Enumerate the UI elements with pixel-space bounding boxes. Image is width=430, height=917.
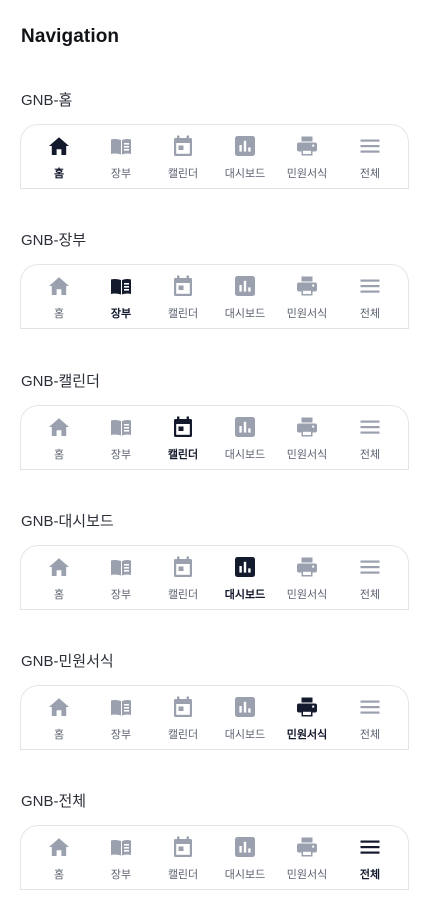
- nav-item-label: 대시보드: [224, 168, 266, 180]
- nav-item-forms[interactable]: 민원서식: [277, 125, 335, 187]
- nav-item-ledger[interactable]: 장부: [91, 406, 149, 468]
- nav-item-label: 캘린더: [167, 589, 199, 601]
- nav-item-calendar[interactable]: 캘린더: [153, 686, 211, 748]
- section-label: GNB-장부: [21, 232, 87, 249]
- nav-item-forms[interactable]: 민원서식: [277, 406, 335, 468]
- nav-item-home[interactable]: 홈: [29, 265, 87, 327]
- nav-item-calendar[interactable]: 캘린더: [153, 406, 211, 468]
- bottom-nav-bar: 홈 장부 캘린더 대시보드 민원서식 전체: [20, 685, 409, 750]
- section-label: GNB-홈: [21, 92, 73, 109]
- nav-item-label: 대시보드: [224, 869, 266, 881]
- nav-item-label: 대시보드: [224, 308, 266, 320]
- nav-item-label: 민원서식: [286, 589, 328, 601]
- nav-item-label: 캘린더: [167, 308, 199, 320]
- nav-item-dashboard[interactable]: 대시보드: [215, 686, 273, 748]
- nav-item-label: 대시보드: [224, 449, 266, 461]
- nav-item-ledger[interactable]: 장부: [91, 826, 149, 888]
- nav-item-calendar[interactable]: 캘린더: [153, 125, 211, 187]
- nav-item-label: 전체: [359, 729, 381, 741]
- nav-item-label: 장부: [110, 729, 132, 741]
- nav-item-label: 장부: [110, 168, 132, 180]
- nav-item-calendar[interactable]: 캘린더: [153, 546, 211, 608]
- section-label: GNB-전체: [21, 793, 87, 810]
- nav-item-dashboard[interactable]: 대시보드: [215, 546, 273, 608]
- nav-item-label: 민원서식: [286, 729, 328, 741]
- nav-item-all[interactable]: 전체: [340, 125, 398, 187]
- nav-item-dashboard[interactable]: 대시보드: [215, 826, 273, 888]
- nav-item-all[interactable]: 전체: [340, 546, 398, 608]
- nav-item-label: 홈: [53, 869, 65, 881]
- nav-item-label: 홈: [53, 168, 65, 180]
- nav-item-label: 장부: [110, 869, 132, 881]
- nav-item-label: 홈: [53, 308, 65, 320]
- nav-item-ledger[interactable]: 장부: [91, 546, 149, 608]
- nav-item-dashboard[interactable]: 대시보드: [215, 265, 273, 327]
- bottom-nav-bar: 홈 장부 캘린더 대시보드 민원서식 전체: [20, 545, 409, 610]
- nav-item-dashboard[interactable]: 대시보드: [215, 406, 273, 468]
- nav-item-label: 장부: [110, 449, 132, 461]
- bottom-nav-bar: 홈 장부 캘린더 대시보드 민원서식 전체: [20, 825, 409, 890]
- bottom-nav-bar: 홈 장부 캘린더 대시보드 민원서식 전체: [20, 405, 409, 470]
- nav-item-label: 홈: [53, 729, 65, 741]
- bottom-nav-bar: 홈 장부 캘린더 대시보드 민원서식 전체: [20, 124, 409, 189]
- nav-item-dashboard[interactable]: 대시보드: [215, 125, 273, 187]
- nav-item-all[interactable]: 전체: [340, 265, 398, 327]
- nav-item-home[interactable]: 홈: [29, 826, 87, 888]
- nav-item-ledger[interactable]: 장부: [91, 686, 149, 748]
- nav-item-label: 전체: [359, 449, 381, 461]
- nav-item-ledger[interactable]: 장부: [91, 125, 149, 187]
- nav-item-label: 전체: [359, 589, 381, 601]
- nav-item-label: 장부: [110, 589, 132, 601]
- nav-item-label: 전체: [359, 869, 381, 881]
- nav-item-label: 민원서식: [286, 308, 328, 320]
- nav-item-forms[interactable]: 민원서식: [277, 826, 335, 888]
- nav-item-calendar[interactable]: 캘린더: [153, 265, 211, 327]
- nav-item-label: 대시보드: [224, 729, 266, 741]
- nav-item-home[interactable]: 홈: [29, 406, 87, 468]
- nav-item-label: 민원서식: [286, 449, 328, 461]
- nav-item-label: 캘린더: [167, 449, 199, 461]
- nav-item-label: 캘린더: [167, 729, 199, 741]
- bottom-nav-bar: 홈 장부 캘린더 대시보드 민원서식 전체: [20, 264, 409, 329]
- nav-item-forms[interactable]: 민원서식: [277, 546, 335, 608]
- nav-item-forms[interactable]: 민원서식: [277, 686, 335, 748]
- nav-item-label: 전체: [359, 168, 381, 180]
- page-title: Navigation: [21, 26, 120, 47]
- section-label: GNB-대시보드: [21, 513, 114, 530]
- nav-item-label: 대시보드: [224, 589, 266, 601]
- section-label: GNB-민원서식: [21, 653, 114, 670]
- nav-item-label: 장부: [110, 308, 132, 320]
- section-label: GNB-캘린더: [21, 373, 100, 390]
- nav-item-calendar[interactable]: 캘린더: [153, 826, 211, 888]
- nav-item-label: 민원서식: [286, 869, 328, 881]
- nav-item-ledger[interactable]: 장부: [91, 265, 149, 327]
- nav-item-label: 홈: [53, 589, 65, 601]
- nav-item-all[interactable]: 전체: [340, 686, 398, 748]
- nav-item-home[interactable]: 홈: [29, 125, 87, 187]
- nav-item-label: 전체: [359, 308, 381, 320]
- nav-item-label: 캘린더: [167, 168, 199, 180]
- nav-item-forms[interactable]: 민원서식: [277, 265, 335, 327]
- nav-item-all[interactable]: 전체: [340, 406, 398, 468]
- nav-item-label: 홈: [53, 449, 65, 461]
- nav-item-label: 민원서식: [286, 168, 328, 180]
- nav-item-all[interactable]: 전체: [340, 826, 398, 888]
- nav-item-label: 캘린더: [167, 869, 199, 881]
- nav-item-home[interactable]: 홈: [29, 546, 87, 608]
- nav-item-home[interactable]: 홈: [29, 686, 87, 748]
